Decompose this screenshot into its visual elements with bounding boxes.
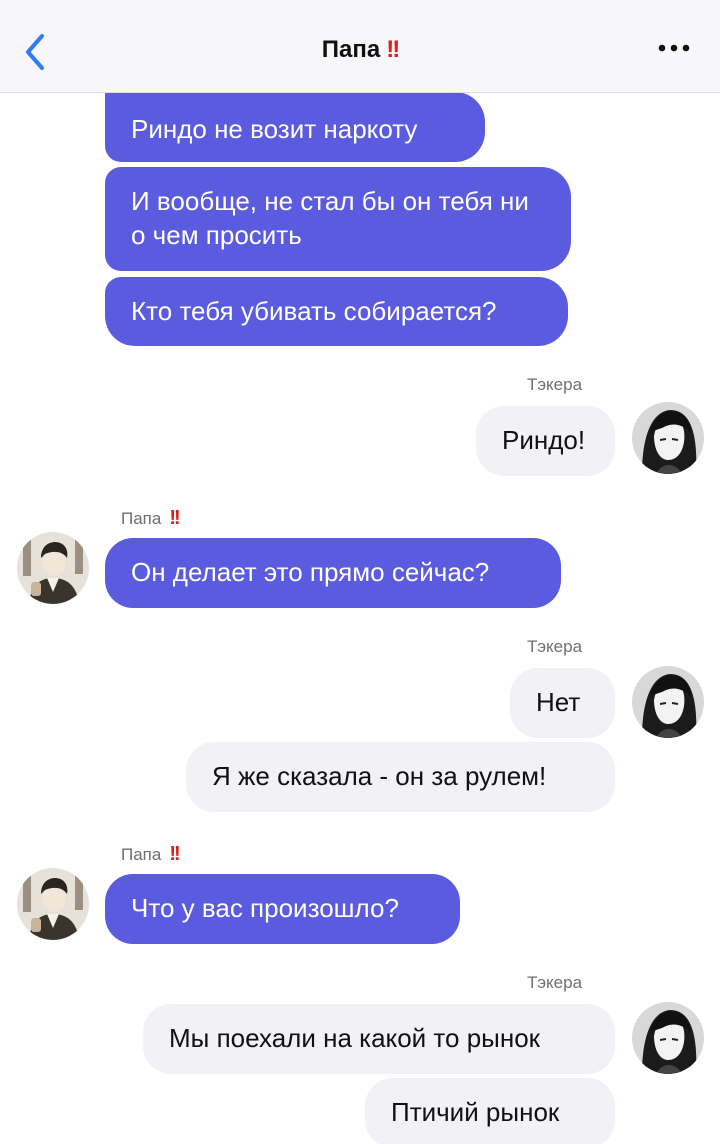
sender-name-text: Папа bbox=[121, 509, 162, 528]
avatar-tekera-image bbox=[632, 1002, 704, 1074]
message-text: Я же сказала - он за рулем! bbox=[212, 761, 547, 791]
avatar-papa[interactable] bbox=[17, 532, 89, 604]
message-bubble-incoming[interactable]: Он делает это прямо сейчас? bbox=[105, 538, 561, 608]
avatar-tekera[interactable] bbox=[632, 402, 704, 474]
message-text: Мы поехали на какой то рынок bbox=[169, 1023, 541, 1053]
ellipsis-icon bbox=[658, 44, 690, 52]
avatar-tekera[interactable] bbox=[632, 1002, 704, 1074]
sender-marks: !! bbox=[169, 507, 180, 529]
message-bubble-incoming[interactable]: Риндо не возит наркоту bbox=[105, 92, 485, 162]
message-bubble-incoming[interactable]: Кто тебя убивать собирается? bbox=[105, 277, 568, 346]
message-bubble-outgoing[interactable]: Я же сказала - он за рулем! bbox=[186, 742, 615, 812]
avatar-tekera[interactable] bbox=[632, 666, 704, 738]
message-bubble-outgoing[interactable]: Птичий рынок bbox=[365, 1078, 615, 1144]
sender-name: Папа!! bbox=[121, 843, 181, 866]
avatar-papa[interactable] bbox=[17, 868, 89, 940]
message-text: Птичий рынок bbox=[391, 1097, 560, 1127]
chat-header: Папа!! bbox=[0, 0, 720, 93]
message-text: Он делает это прямо сейчас? bbox=[131, 557, 490, 587]
chat-title: Папа!! bbox=[0, 36, 720, 64]
message-bubble-incoming[interactable]: Что у вас произошло? bbox=[105, 874, 460, 944]
message-bubble-outgoing[interactable]: Нет bbox=[510, 668, 615, 738]
chat-title-marks: !! bbox=[386, 36, 400, 63]
sender-name: Папа!! bbox=[121, 507, 181, 530]
avatar-papa-image bbox=[17, 532, 89, 604]
message-bubble-incoming[interactable]: И вообще, не стал бы он тебя ни о чем пр… bbox=[105, 167, 571, 271]
sender-name-text: Папа bbox=[121, 845, 162, 864]
more-button[interactable] bbox=[656, 38, 692, 58]
chat-screen: Папа!! Риндо не возит наркоту И вообще, … bbox=[0, 0, 720, 1144]
message-text: Что у вас произошло? bbox=[131, 893, 399, 923]
avatar-tekera-image bbox=[632, 402, 704, 474]
message-text: Риндо не возит наркоту bbox=[131, 114, 418, 144]
message-bubble-outgoing[interactable]: Мы поехали на какой то рынок bbox=[143, 1004, 615, 1074]
message-text: Нет bbox=[536, 687, 581, 717]
message-bubble-outgoing[interactable]: Риндо! bbox=[476, 406, 615, 476]
message-text: Кто тебя убивать собирается? bbox=[131, 296, 497, 326]
sender-name: Тэкера bbox=[527, 375, 583, 394]
sender-name: Тэкера bbox=[527, 973, 583, 992]
sender-name: Тэкера bbox=[527, 637, 583, 656]
message-text: Риндо! bbox=[502, 425, 586, 455]
chat-title-text: Папа bbox=[321, 36, 381, 63]
avatar-papa-image bbox=[17, 868, 89, 940]
message-text: И вообще, не стал бы он тебя ни о чем пр… bbox=[131, 186, 529, 250]
sender-marks: !! bbox=[169, 843, 180, 865]
avatar-tekera-image bbox=[632, 666, 704, 738]
